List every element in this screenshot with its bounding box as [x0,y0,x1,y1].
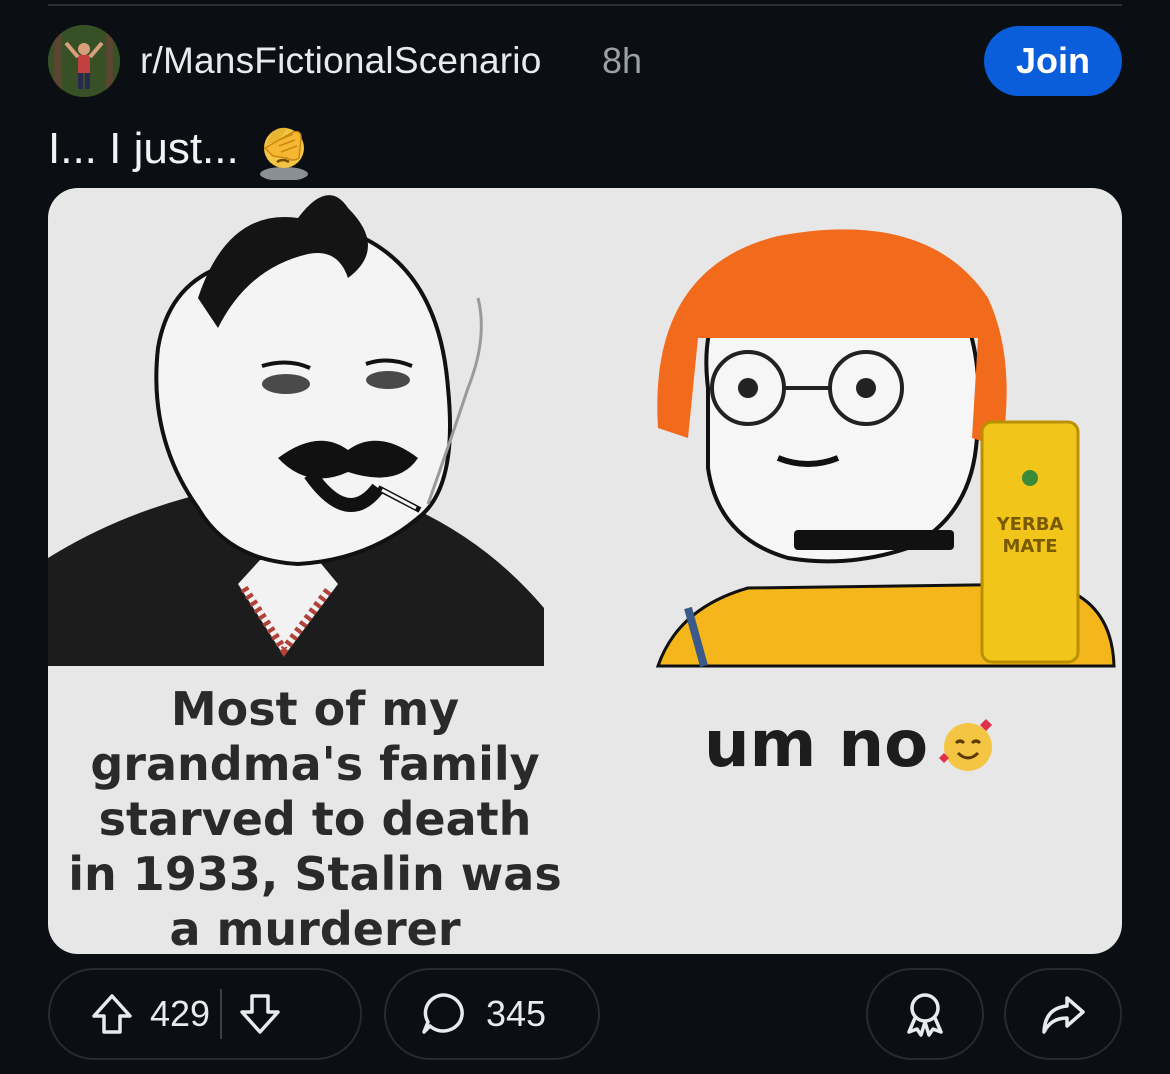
vote-separator [220,989,223,1039]
meme-image[interactable]: YERBA MATE Most of my grandma's family s… [48,188,1122,954]
top-divider [48,4,1122,6]
speech-bubble-icon [422,993,464,1034]
subreddit-name[interactable]: r/MansFictionalScenario [140,40,541,82]
vote-control: 429 [48,968,362,1060]
comments-button[interactable]: 345 [384,968,600,1060]
subreddit-avatar[interactable] [48,25,120,97]
post-time: 8h [602,40,643,81]
face-palm-emoji-icon [259,127,308,180]
can-label-line1: YERBA [996,514,1064,535]
arrow-down-icon[interactable] [236,990,284,1038]
share-button[interactable] [1004,968,1122,1060]
upvote-count: 429 [150,993,211,1034]
smiling-face-with-hearts-icon [939,719,993,771]
meme-left-caption: Most of my grandma's family starved to d… [68,682,562,954]
can-label-line2: MATE [1002,536,1057,557]
join-button[interactable]: Join [984,26,1122,96]
meme-right-caption-text: um no [704,708,929,782]
award-button[interactable] [866,968,984,1060]
comment-count: 345 [486,993,547,1034]
woman-drawing: YERBA MATE [655,229,1116,668]
arrow-up-icon[interactable] [88,990,136,1038]
share-icon [1042,996,1085,1034]
mustached-man-drawing [48,195,544,666]
meme-right-caption: um no [704,708,1000,782]
post-action-bar: 429 345 [48,968,1122,1062]
post-title-text: I... I just... [48,124,239,173]
award-icon [907,993,943,1037]
post-header: r/MansFictionalScenario 8h Join [48,24,1122,98]
post-title[interactable]: I... I just... [48,118,315,180]
